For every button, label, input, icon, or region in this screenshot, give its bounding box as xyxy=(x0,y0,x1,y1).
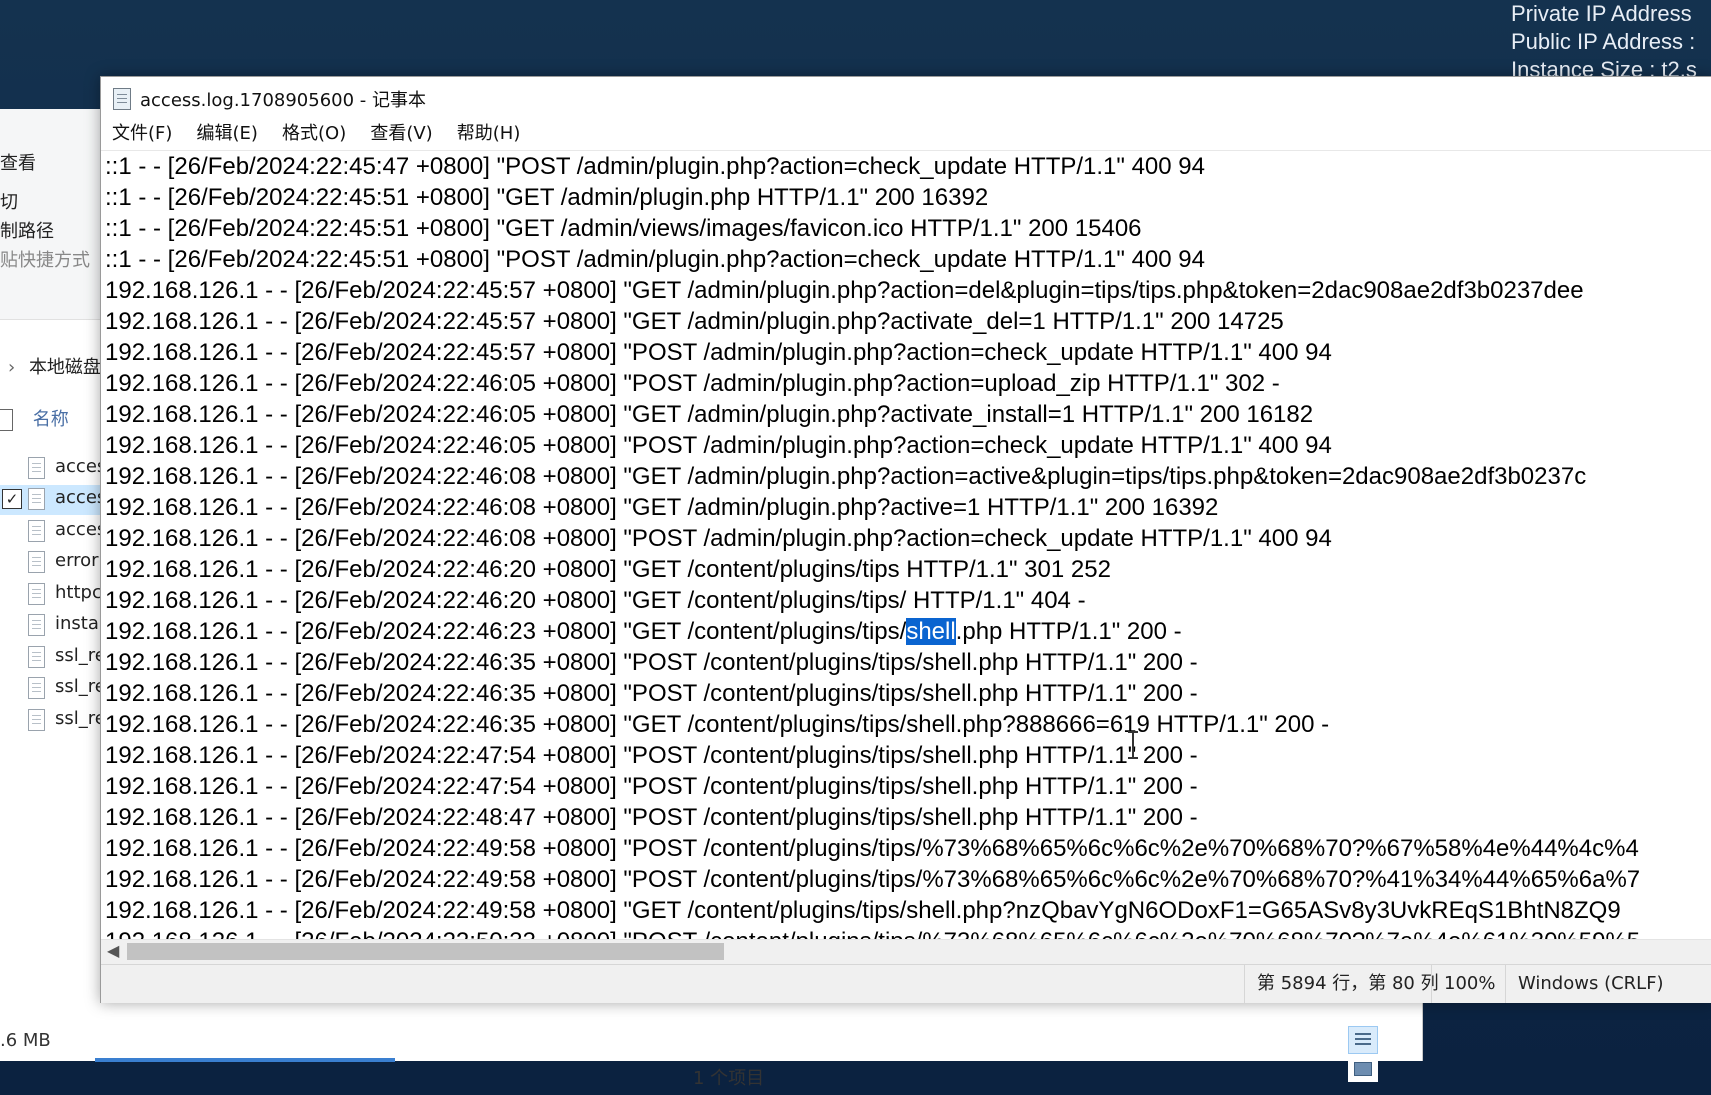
explorer-progress-bar xyxy=(95,1058,395,1062)
log-line: ::1 - - [26/Feb/2024:22:45:47 +0800] "PO… xyxy=(105,153,1205,180)
log-line: 192.168.126.1 - - [26/Feb/2024:22:49:58 … xyxy=(105,866,1641,893)
text-file-icon xyxy=(28,709,45,731)
menu-help[interactable]: 帮助(H) xyxy=(448,119,530,149)
status-cursor-position: 第 5894 行，第 80 列 xyxy=(1244,965,1439,1003)
scrollbar-thumb[interactable] xyxy=(127,943,724,960)
bginfo-public-ip: Public IP Address : xyxy=(1511,29,1696,54)
log-line-with-selection: 192.168.126.1 - - [26/Feb/2024:22:46:23 … xyxy=(105,618,1182,645)
log-line: ::1 - - [26/Feb/2024:22:45:51 +0800] "PO… xyxy=(105,246,1205,273)
file-list-item[interactable]: httpc xyxy=(0,580,100,610)
text-file-icon xyxy=(28,677,45,699)
notepad-icon xyxy=(113,88,131,110)
explorer-ribbon: 查看 切 制路径 贴快捷方式 xyxy=(0,109,100,320)
row-checkbox-checked[interactable]: ✓ xyxy=(2,489,22,509)
breadcrumb[interactable]: › 本地磁盘 xyxy=(0,353,101,379)
file-list-item[interactable]: acces xyxy=(0,517,100,547)
file-list-item[interactable]: error xyxy=(0,548,100,578)
log-line: 192.168.126.1 - - [26/Feb/2024:22:49:58 … xyxy=(105,897,1621,924)
ribbon-cut-label[interactable]: 切 xyxy=(0,188,18,214)
status-line-ending: Windows (CRLF) xyxy=(1505,965,1664,1003)
breadcrumb-local-disk[interactable]: 本地磁盘 xyxy=(29,357,101,378)
log-line: 192.168.126.1 - - [26/Feb/2024:22:45:57 … xyxy=(105,339,1332,366)
text-file-icon xyxy=(28,614,45,636)
file-list-item[interactable]: acces xyxy=(0,454,100,484)
log-line: 192.168.126.1 - - [26/Feb/2024:22:45:57 … xyxy=(105,308,1284,335)
ribbon-paste-shortcut-label[interactable]: 贴快捷方式 xyxy=(0,246,90,272)
large-icons-view-icon[interactable] xyxy=(1348,1054,1378,1082)
selected-size-label: .6 MB xyxy=(0,1030,51,1051)
file-list-item[interactable]: ssl_re xyxy=(0,706,100,736)
menu-view[interactable]: 查看(V) xyxy=(361,119,441,149)
file-list-item[interactable]: ssl_re xyxy=(0,674,100,704)
text-editor-area[interactable]: ::1 - - [26/Feb/2024:22:45:47 +0800] "PO… xyxy=(101,150,1711,941)
status-bar: 第 5894 行，第 80 列 100% Windows (CRLF) xyxy=(101,964,1711,1003)
log-line: 192.168.126.1 - - [26/Feb/2024:22:46:35 … xyxy=(105,680,1198,707)
scroll-left-icon[interactable]: ◀ xyxy=(107,941,119,960)
horizontal-scrollbar[interactable]: ◀ xyxy=(101,939,1711,964)
menu-file[interactable]: 文件(F) xyxy=(103,119,181,149)
log-line: 192.168.126.1 - - [26/Feb/2024:22:47:54 … xyxy=(105,742,1198,769)
log-line: 192.168.126.1 - - [26/Feb/2024:22:46:08 … xyxy=(105,463,1587,490)
log-line: 192.168.126.1 - - [26/Feb/2024:22:46:08 … xyxy=(105,494,1219,521)
column-header-name[interactable]: 名称 xyxy=(0,405,69,431)
select-all-checkbox[interactable] xyxy=(0,409,13,431)
file-list-item-selected[interactable]: ✓ acces xyxy=(0,485,100,515)
bginfo-overlay: Private IP Address Public IP Address : I… xyxy=(1497,0,1711,84)
log-line: 192.168.126.1 - - [26/Feb/2024:22:46:05 … xyxy=(105,401,1314,428)
menu-edit[interactable]: 编辑(E) xyxy=(188,119,267,149)
text-file-icon xyxy=(28,457,45,479)
details-view-icon[interactable] xyxy=(1348,1026,1378,1054)
text-file-icon xyxy=(28,488,45,510)
log-line: 192.168.126.1 - - [26/Feb/2024:22:46:05 … xyxy=(105,432,1332,459)
log-line: 192.168.126.1 - - [26/Feb/2024:22:46:20 … xyxy=(105,556,1111,583)
window-title: access.log.1708905600 - 记事本 xyxy=(140,90,426,111)
text-file-icon xyxy=(28,583,45,605)
ribbon-copy-path-label[interactable]: 制路径 xyxy=(0,217,54,243)
log-line: 192.168.126.1 - - [26/Feb/2024:22:46:05 … xyxy=(105,370,1280,397)
log-line: 192.168.126.1 - - [26/Feb/2024:22:47:54 … xyxy=(105,773,1198,800)
text-file-icon xyxy=(28,551,45,573)
log-line: 192.168.126.1 - - [26/Feb/2024:22:49:58 … xyxy=(105,835,1639,862)
log-line: 192.168.126.1 - - [26/Feb/2024:22:46:20 … xyxy=(105,587,1086,614)
explorer-status-item-count: 1 个项目 xyxy=(693,1068,765,1089)
log-line: 192.168.126.1 - - [26/Feb/2024:22:46:35 … xyxy=(105,711,1330,738)
bginfo-private-ip: Private IP Address xyxy=(1511,1,1692,26)
selected-text-highlight[interactable]: shell xyxy=(906,618,956,645)
text-file-icon xyxy=(28,646,45,668)
menu-bar: 文件(F) 编辑(E) 格式(O) 查看(V) 帮助(H) xyxy=(101,119,1711,149)
status-zoom: 100% xyxy=(1431,965,1495,1003)
log-line: 192.168.126.1 - - [26/Feb/2024:22:45:57 … xyxy=(105,277,1584,304)
breadcrumb-separator: › xyxy=(8,357,16,378)
text-cursor-ibeam-icon xyxy=(1128,731,1138,759)
log-line: 192.168.126.1 - - [26/Feb/2024:22:46:08 … xyxy=(105,525,1332,552)
log-line: ::1 - - [26/Feb/2024:22:45:51 +0800] "GE… xyxy=(105,184,989,211)
menu-format[interactable]: 格式(O) xyxy=(273,119,355,149)
title-bar[interactable]: access.log.1708905600 - 记事本 xyxy=(101,77,1711,119)
file-list-item[interactable]: ssl_re xyxy=(0,643,100,673)
view-toggle-group xyxy=(1348,1026,1422,1082)
log-line: ::1 - - [26/Feb/2024:22:45:51 +0800] "GE… xyxy=(105,215,1142,242)
ribbon-view-label[interactable]: 查看 xyxy=(0,149,36,175)
notepad-window: access.log.1708905600 - 记事本 文件(F) 编辑(E) … xyxy=(100,76,1711,1003)
log-line: 192.168.126.1 - - [26/Feb/2024:22:46:35 … xyxy=(105,649,1198,676)
log-line: 192.168.126.1 - - [26/Feb/2024:22:48:47 … xyxy=(105,804,1198,831)
text-file-icon xyxy=(28,520,45,542)
file-list-item[interactable]: instal xyxy=(0,611,100,641)
